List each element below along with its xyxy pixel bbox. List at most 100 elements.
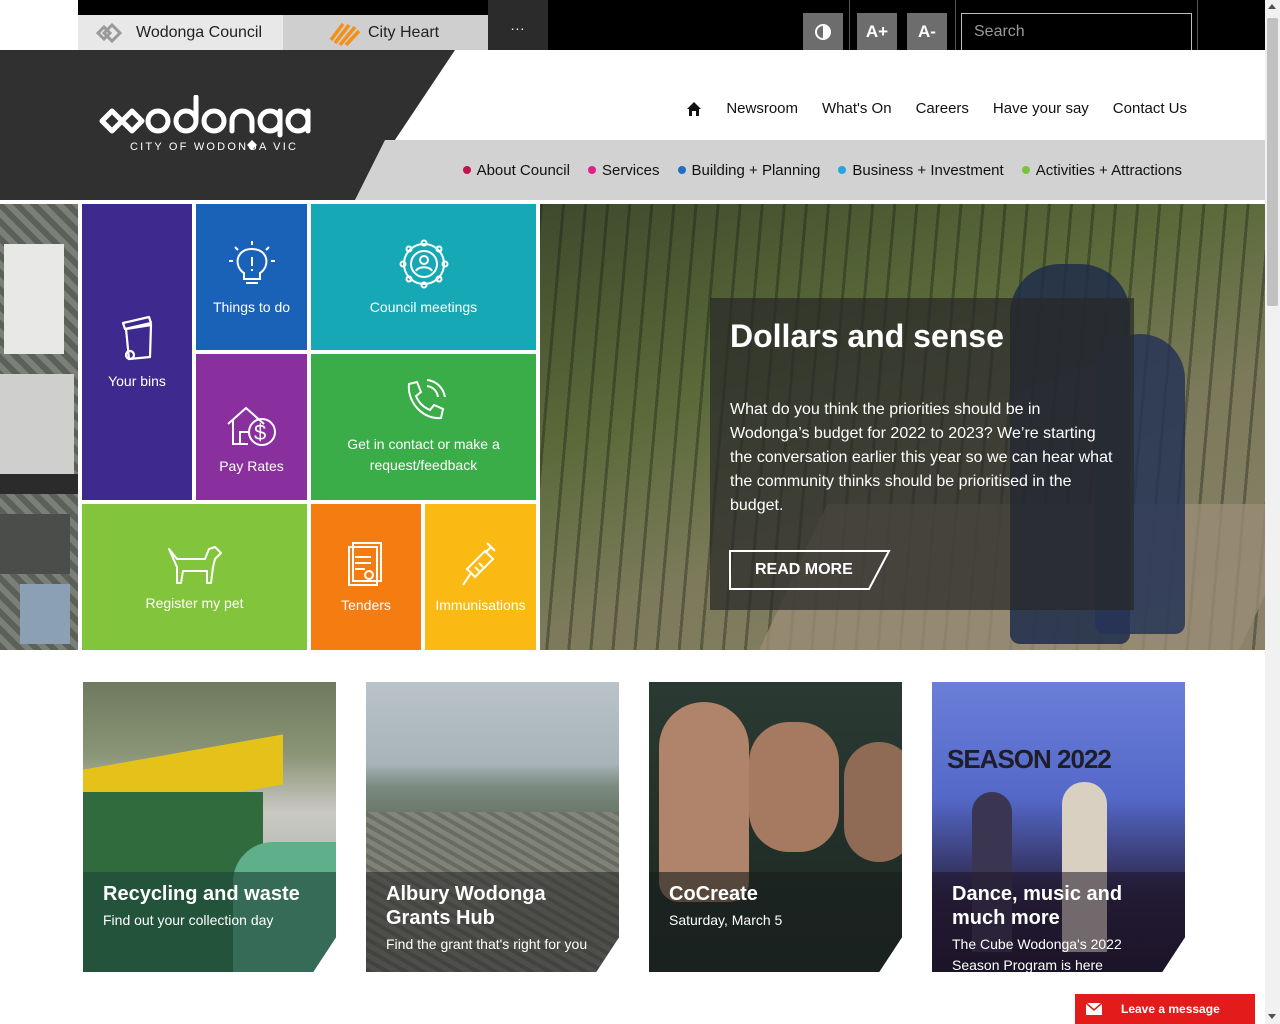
tile-immunisations[interactable]: Immunisations — [425, 504, 536, 650]
contrast-toggle-button[interactable] — [803, 13, 843, 50]
building — [4, 244, 64, 354]
card-title: Dance, music and much more — [952, 883, 1123, 929]
nav-dot-icon — [1021, 166, 1030, 174]
top-bar: Wodonga Council City Heart ... A+ A- — [0, 0, 1265, 50]
building — [0, 514, 70, 574]
main-nav: About Council Services Building + Planni… — [355, 140, 1265, 200]
main-nav-services[interactable]: Services — [587, 162, 660, 179]
util-nav-whats-on[interactable]: What's On — [822, 100, 892, 117]
page: Wodonga Council City Heart ... A+ A- Sea… — [0, 0, 1280, 1024]
site-tab-city-heart-label: City Heart — [368, 23, 440, 41]
card-grants-hub[interactable]: Albury Wodonga Grants Hub Find the grant… — [366, 682, 619, 972]
card-subtitle: Saturday, March 5 — [669, 912, 783, 928]
scroll-up-arrow-icon[interactable] — [1268, 4, 1276, 9]
card-cocreate[interactable]: CoCreate Saturday, March 5 — [649, 682, 902, 972]
tile-label: Pay Rates — [219, 458, 284, 474]
face — [844, 742, 902, 862]
face — [749, 722, 839, 852]
scrollbar[interactable] — [1265, 0, 1280, 1024]
building — [20, 584, 70, 644]
season-banner: SEASON 2022 — [947, 744, 1112, 774]
card-recycling-waste[interactable]: Recycling and waste Find out your collec… — [83, 682, 336, 972]
main-nav-label: Services — [601, 162, 660, 179]
main-nav-building-planning[interactable]: Building + Planning — [677, 162, 821, 179]
card-caption: Recycling and waste Find out your collec… — [83, 872, 336, 972]
card-title: Recycling and waste — [103, 883, 300, 905]
card-caption: CoCreate Saturday, March 5 — [649, 872, 902, 972]
card-dance-music[interactable]: SEASON 2022 Dance, music and much more T… — [932, 682, 1185, 972]
util-nav-newsroom[interactable]: Newsroom — [726, 100, 798, 117]
divider — [849, 0, 850, 50]
phone-icon — [407, 379, 446, 420]
card-caption: Dance, music and much more The Cube Wodo… — [932, 872, 1185, 972]
city-heart-logo-icon — [329, 22, 361, 46]
main-nav-business-investment[interactable]: Business + Investment — [838, 162, 1004, 179]
utility-nav: Newsroom What's On Careers Have your say… — [686, 100, 1187, 117]
read-more-label: READ MORE — [755, 561, 853, 578]
site-tab-wodonga-council[interactable]: Wodonga Council — [78, 15, 283, 50]
site-tab-wodonga-label: Wodonga Council — [136, 23, 263, 41]
nav-dot-icon — [838, 166, 847, 174]
main-nav-items: About Council Services Building + Planni… — [462, 162, 1182, 179]
card-subtitle: Find the grant that's right for you — [386, 936, 588, 952]
main-nav-label: Building + Planning — [691, 162, 821, 179]
leave-message-button[interactable]: Leave a message — [1075, 994, 1255, 1024]
tile-label: Tenders — [341, 597, 391, 613]
logo-subtitle: CITY OF WODONGA VIC — [130, 141, 299, 153]
mail-icon — [1085, 1002, 1103, 1015]
nav-dot-icon — [587, 166, 596, 174]
site-header: CITY OF WODONGA VIC Newsroom What's On C… — [0, 50, 1265, 200]
hero-title: Dollars and sense — [730, 318, 1004, 354]
divider — [955, 0, 956, 50]
card-caption: Albury Wodonga Grants Hub Find the grant… — [366, 872, 619, 972]
more-sites-button[interactable]: ... — [488, 0, 548, 50]
building — [0, 374, 74, 474]
site-tab-city-heart[interactable]: City Heart — [283, 15, 488, 50]
tile-contact-request[interactable]: Get in contact or make a request/feedbac… — [311, 354, 536, 500]
main-nav-about-council[interactable]: About Council — [462, 162, 570, 179]
tile-label: Your bins — [108, 373, 166, 389]
lightbulb-icon — [228, 241, 275, 284]
card-subtitle: Find out your collection day — [103, 912, 274, 928]
nav-dot-icon — [677, 166, 686, 174]
tile-label: Things to do — [212, 299, 291, 315]
tile-your-bins[interactable]: Your bins — [82, 204, 192, 500]
aerial-photo — [0, 204, 78, 650]
contrast-icon — [815, 24, 831, 40]
tile-pay-rates[interactable]: $ Pay Rates — [196, 354, 307, 500]
road — [0, 474, 78, 494]
scrollbar-thumb[interactable] — [1267, 18, 1278, 306]
util-nav-careers[interactable]: Careers — [916, 100, 969, 117]
card-subtitle: The Cube Wodonga's 2022 Season Program i… — [952, 936, 1122, 972]
font-increase-button[interactable]: A+ — [857, 13, 897, 50]
font-decrease-button[interactable]: A- — [907, 13, 947, 50]
main-nav-label: Activities + Attractions — [1035, 162, 1182, 179]
document-icon — [348, 542, 382, 586]
tile-label: Register my pet — [145, 595, 244, 611]
syringe-icon — [461, 542, 496, 586]
hero-body: What do you think the priorities should … — [730, 401, 1113, 514]
tile-council-meetings[interactable]: Council meetings — [311, 204, 536, 350]
tile-tenders[interactable]: Tenders — [311, 504, 421, 650]
main-nav-activities-attractions[interactable]: Activities + Attractions — [1021, 162, 1182, 179]
tile-label: Immunisations — [435, 597, 526, 613]
tile-label: Get in contact or make a request/feedbac… — [347, 436, 500, 473]
tile-register-pet[interactable]: Register my pet — [82, 504, 307, 650]
card-title: CoCreate — [669, 883, 758, 905]
divider — [1197, 0, 1198, 50]
main-nav-label: Business + Investment — [852, 162, 1004, 179]
read-more-button[interactable]: READ MORE — [729, 550, 891, 590]
nav-dot-icon — [462, 166, 471, 174]
main-nav-label: About Council — [476, 162, 570, 179]
util-nav-have-your-say[interactable]: Have your say — [993, 100, 1089, 117]
scroll-down-arrow-icon[interactable] — [1268, 1014, 1276, 1019]
util-nav-contact-us[interactable]: Contact Us — [1113, 100, 1187, 117]
wodonga-diamond-logo-icon — [96, 22, 123, 44]
home-icon[interactable] — [686, 101, 702, 117]
meeting-people-icon — [399, 239, 448, 289]
tile-things-to-do[interactable]: Things to do — [196, 204, 307, 350]
search-input[interactable] — [961, 13, 1192, 50]
top-bar-gutter — [0, 0, 78, 50]
dog-icon — [167, 546, 222, 584]
house-dollar-icon: $ — [226, 406, 276, 446]
